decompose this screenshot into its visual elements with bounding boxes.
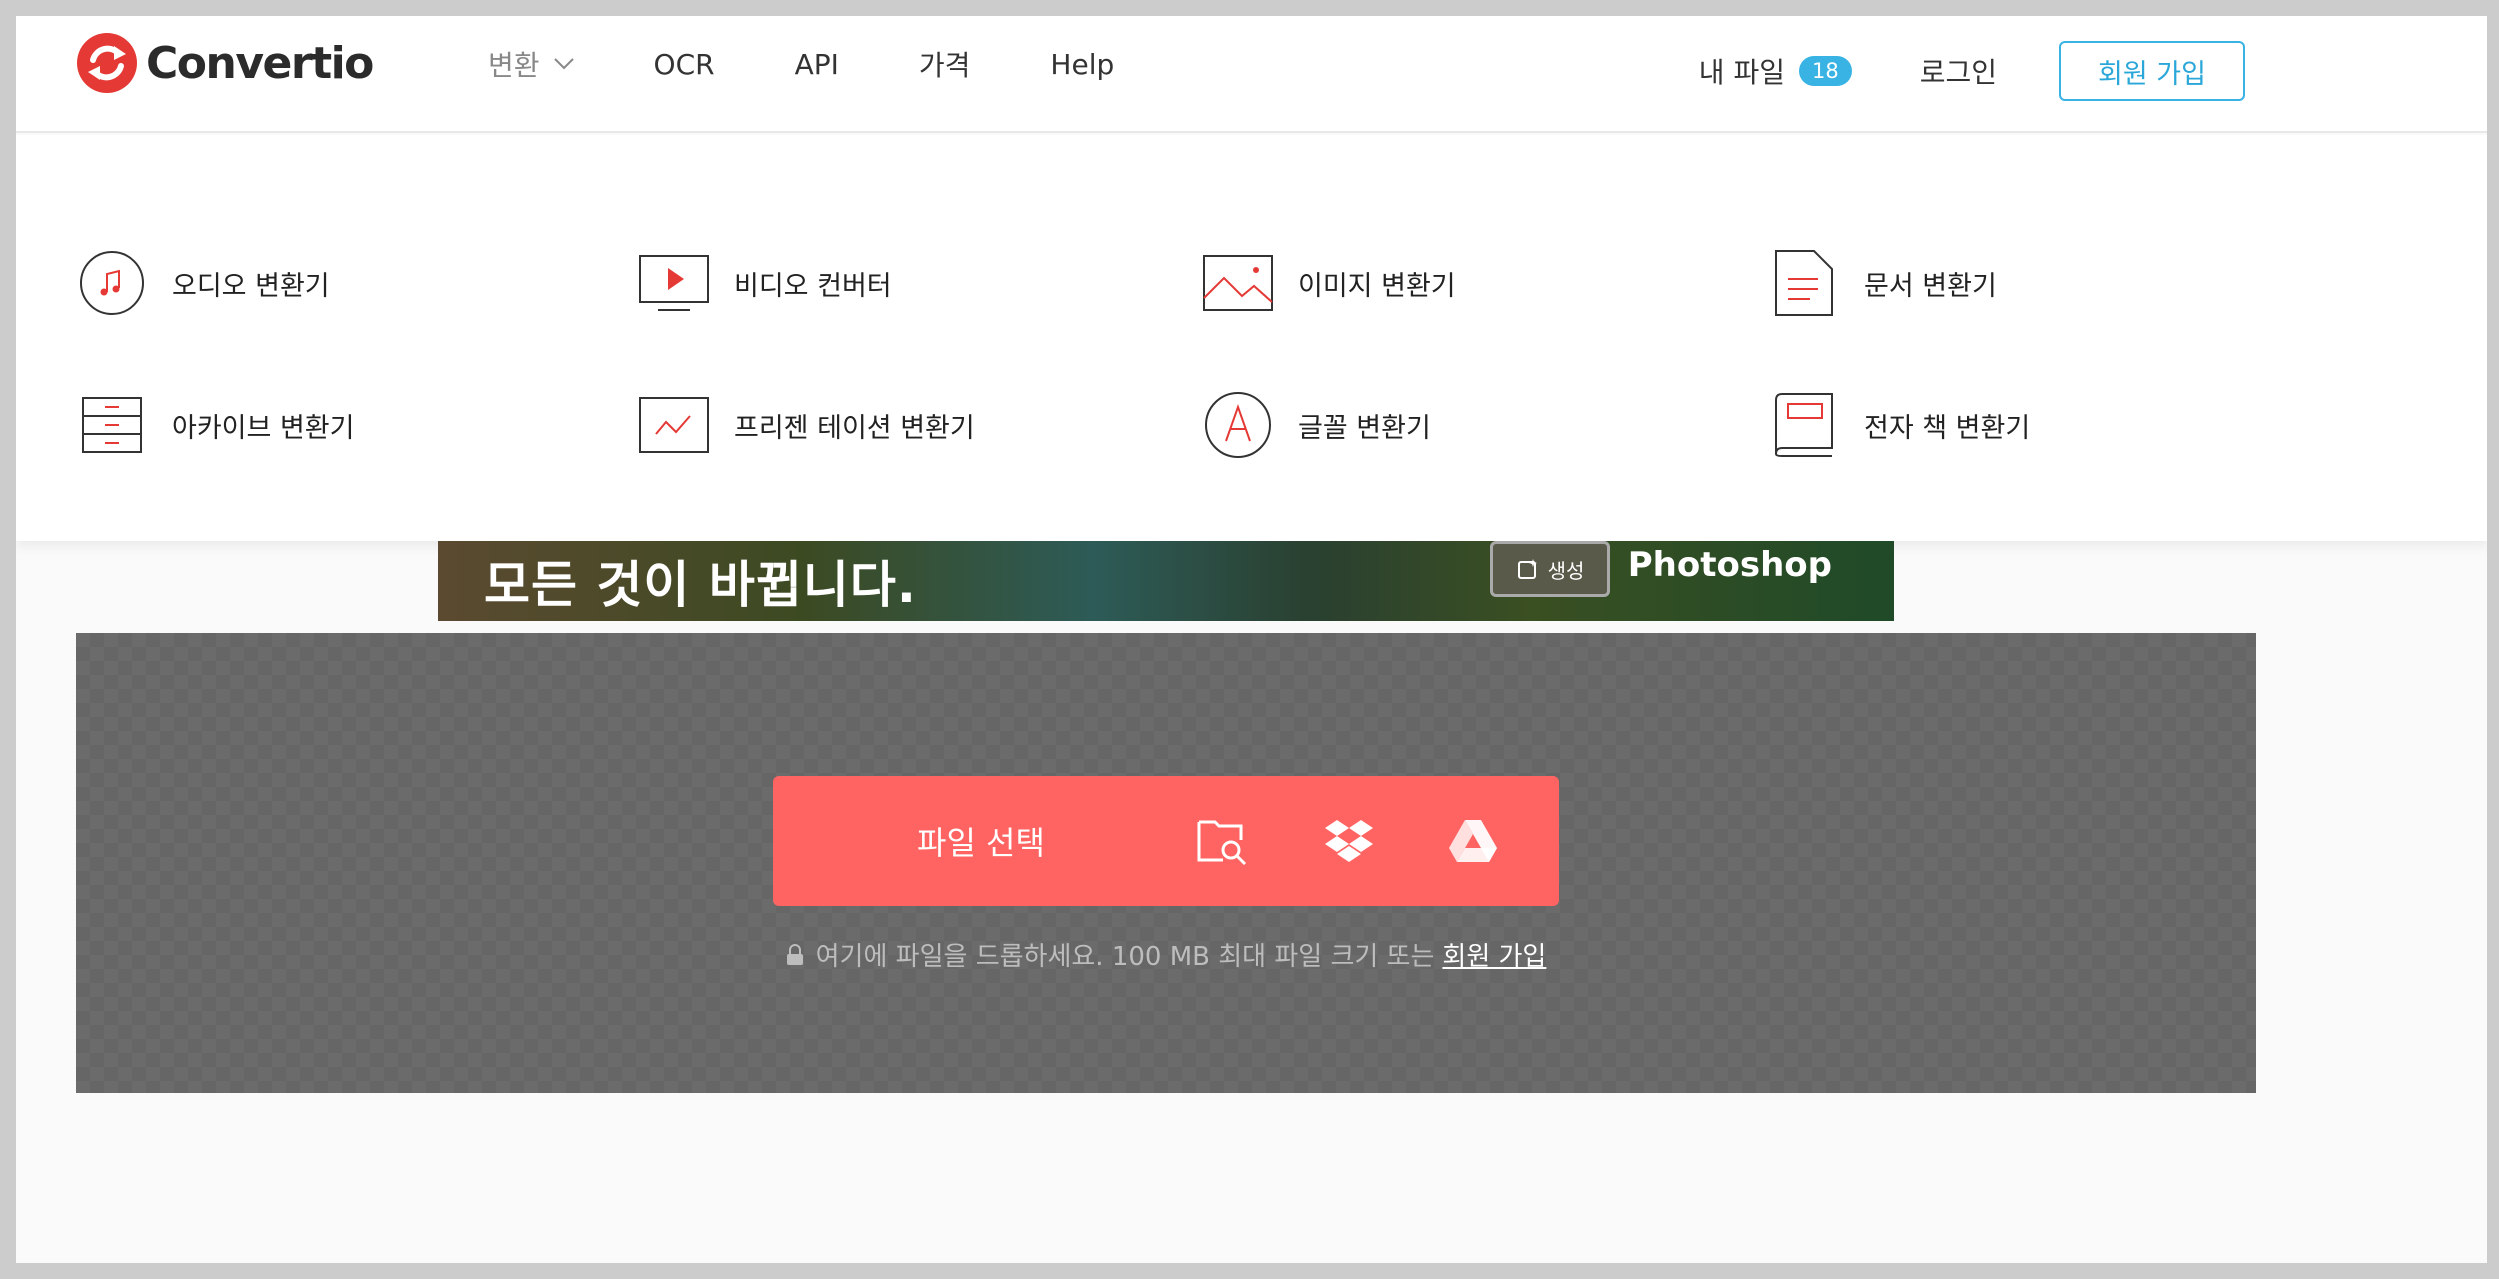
video-icon <box>638 247 710 319</box>
menu-item-archive[interactable]: 아카이브 변환기 <box>76 389 354 461</box>
choose-files-label: 파일 선택 <box>917 824 1045 862</box>
choose-files-button[interactable]: 파일 선택 <box>773 776 1559 906</box>
file-drop-zone[interactable]: 파일 선택 여기에 파일을 드롭하세요. 100 MB 최대 파일 크기 또는 … <box>76 633 2256 1093</box>
nav-pricing[interactable]: 가격 <box>919 44 971 84</box>
google-drive-icon[interactable] <box>1447 816 1499 866</box>
ad-banner[interactable]: 모든 것이 바뀝니다. 생성 Photoshop <box>438 541 1894 621</box>
menu-item-font[interactable]: 글꼴 변환기 <box>1202 389 1431 461</box>
menu-item-label: 이미지 변환기 <box>1298 270 1456 302</box>
top-header: Convertio 변환 OCR API 가격 Help 내 파일 18 로그인… <box>16 16 2487 133</box>
menu-item-label: 문서 변환기 <box>1864 270 1997 302</box>
menu-item-label: 프리젠 테이션 변환기 <box>734 412 975 444</box>
account-nav: 내 파일 18 로그인 회원 가입 <box>1699 41 2487 101</box>
presentation-icon <box>638 389 710 461</box>
my-files-link[interactable]: 내 파일 18 <box>1699 51 1852 91</box>
banner-button-label: 생성 <box>1547 558 1585 583</box>
ebook-icon <box>1768 389 1840 461</box>
image-icon <box>1202 247 1274 319</box>
main-nav: 변환 OCR API 가격 Help <box>488 44 1194 84</box>
drop-hint: 여기에 파일을 드롭하세요. 100 MB 최대 파일 크기 또는 회원 가입 <box>76 936 2256 973</box>
menu-item-presentation[interactable]: 프리젠 테이션 변환기 <box>638 389 975 461</box>
logo[interactable]: Convertio <box>76 32 374 94</box>
menu-item-document[interactable]: 문서 변환기 <box>1768 247 1997 319</box>
menu-item-label: 글꼴 변환기 <box>1298 412 1431 444</box>
menu-item-label: 비디오 컨버터 <box>734 270 892 302</box>
menu-item-audio[interactable]: 오디오 변환기 <box>76 247 330 319</box>
converter-dropdown-menu: 오디오 변환기 비디오 컨버터 이미지 변환기 문서 변환기 아카이브 변환기 … <box>16 135 2487 541</box>
menu-item-label: 아카이브 변환기 <box>172 412 355 444</box>
nav-ocr[interactable]: OCR <box>654 48 715 81</box>
signup-button[interactable]: 회원 가입 <box>2059 41 2245 101</box>
banner-generate-button: 생성 <box>1490 541 1610 597</box>
document-icon <box>1768 247 1840 319</box>
nav-convert-label: 변환 <box>488 49 540 82</box>
menu-item-ebook[interactable]: 전자 책 변환기 <box>1768 389 2030 461</box>
dropbox-icon[interactable] <box>1323 816 1375 866</box>
archive-icon <box>76 389 148 461</box>
page-frame: Convertio 변환 OCR API 가격 Help 내 파일 18 로그인… <box>16 16 2487 1263</box>
menu-item-label: 전자 책 변환기 <box>1864 412 2031 444</box>
chevron-down-icon <box>553 58 574 70</box>
lock-icon <box>786 943 803 965</box>
nav-help[interactable]: Help <box>1050 48 1114 81</box>
folder-search-icon[interactable] <box>1197 816 1249 866</box>
drop-hint-signup-link[interactable]: 회원 가입 <box>1442 936 1546 973</box>
menu-item-video[interactable]: 비디오 컨버터 <box>638 247 892 319</box>
menu-item-image[interactable]: 이미지 변환기 <box>1202 247 1456 319</box>
banner-headline: 모든 것이 바뀝니다. <box>484 556 917 614</box>
banner-brand: Photoshop <box>1627 545 1832 585</box>
nav-api[interactable]: API <box>795 48 839 81</box>
brand-name: Convertio <box>146 37 374 89</box>
audio-icon <box>76 247 148 319</box>
font-icon <box>1202 389 1274 461</box>
generate-icon <box>1517 559 1537 579</box>
nav-convert[interactable]: 변환 <box>488 44 574 84</box>
login-link[interactable]: 로그인 <box>1920 51 1997 91</box>
convertio-logo-icon <box>77 33 137 93</box>
menu-item-label: 오디오 변환기 <box>172 270 330 302</box>
my-files-label: 내 파일 <box>1698 56 1785 89</box>
file-count-badge: 18 <box>1798 56 1852 86</box>
drop-hint-text: 여기에 파일을 드롭하세요. 100 MB 최대 파일 크기 또는 <box>815 942 1435 972</box>
